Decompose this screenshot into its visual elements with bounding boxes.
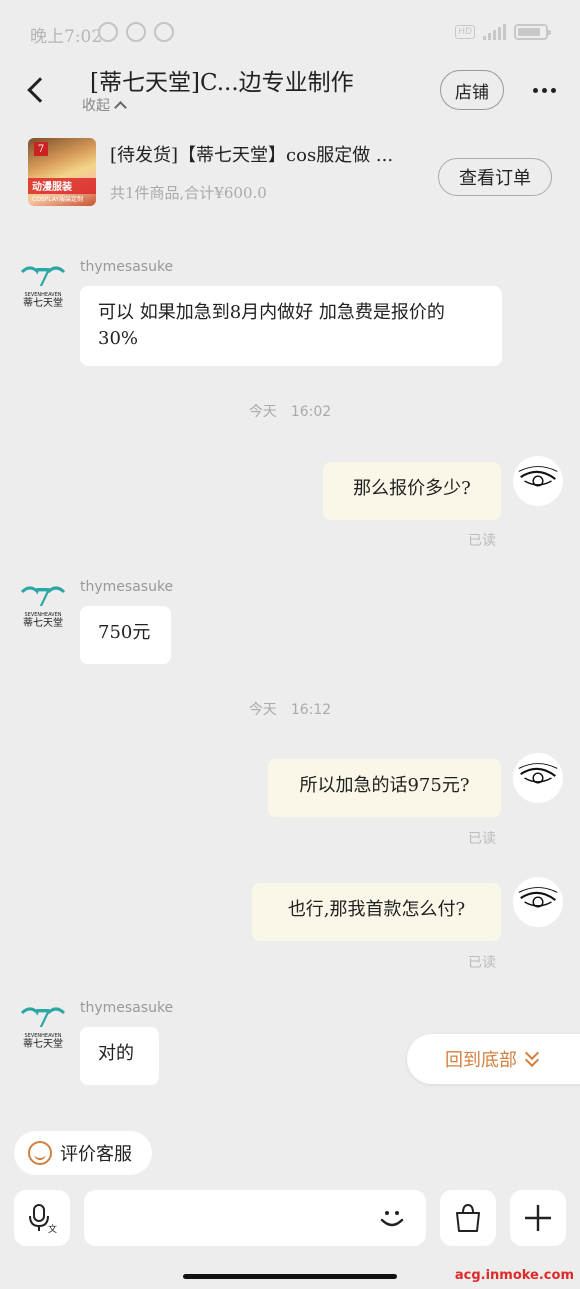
home-indicator[interactable] bbox=[183, 1274, 397, 1279]
user-avatar[interactable] bbox=[513, 753, 563, 803]
microphone-icon: 文 bbox=[29, 1204, 57, 1235]
message-bubble[interactable]: 可以 如果加急到8月内做好 加急费是报价的30% bbox=[80, 286, 502, 366]
message-bubble-own[interactable]: 那么报价多少? bbox=[323, 462, 501, 520]
view-order-button[interactable]: 查看订单 bbox=[438, 158, 552, 196]
message-bubble-own[interactable]: 所以加急的话975元? bbox=[268, 759, 501, 817]
order-title[interactable]: [待发货]【蒂七天堂】cos服定做 ... bbox=[110, 141, 393, 167]
shop-avatar[interactable] bbox=[18, 999, 68, 1049]
signal-icon bbox=[483, 24, 506, 40]
shopping-bag-icon bbox=[456, 1203, 480, 1232]
smile-icon bbox=[28, 1141, 52, 1165]
shop-name: thymesasuke bbox=[80, 1000, 174, 1016]
message-bubble[interactable]: 对的 bbox=[80, 1027, 159, 1085]
status-icons bbox=[98, 22, 174, 42]
collapse-label: 收起 bbox=[82, 98, 110, 114]
battery-icon bbox=[514, 24, 551, 40]
status-bar: 晚上7:02 HD bbox=[0, 0, 580, 62]
order-summary: 共1件商品,合计¥600.0 bbox=[110, 184, 267, 202]
read-status: 已读 bbox=[468, 955, 496, 971]
rate-service-button[interactable]: 评价客服 bbox=[14, 1131, 152, 1175]
add-button[interactable] bbox=[510, 1190, 566, 1246]
back-icon[interactable] bbox=[22, 72, 52, 108]
time-separator: 今天 16:02 bbox=[248, 404, 332, 420]
watermark: acg.inmoke.com bbox=[454, 1268, 574, 1283]
double-chevron-down-icon bbox=[524, 1045, 541, 1068]
store-button[interactable]: 店铺 bbox=[440, 70, 504, 110]
status-time: 晚上7:02 bbox=[30, 27, 103, 47]
shop-avatar[interactable] bbox=[18, 578, 68, 628]
chevron-up-icon bbox=[114, 101, 127, 114]
emoji-icon[interactable] bbox=[376, 1202, 408, 1234]
message-bubble-own[interactable]: 也行,那我首款怎么付? bbox=[252, 883, 501, 941]
read-status: 已读 bbox=[468, 533, 496, 549]
status-right: HD bbox=[455, 24, 551, 40]
thumbnail-text: 动漫服装 bbox=[32, 182, 72, 193]
shop-bag-button[interactable] bbox=[440, 1190, 496, 1246]
product-thumbnail[interactable]: 7 动漫服装 COSPLAY服装定制 bbox=[28, 138, 96, 206]
message-input-box[interactable] bbox=[84, 1190, 426, 1246]
plus-icon bbox=[525, 1205, 551, 1231]
hd-icon: HD bbox=[455, 25, 475, 39]
time-separator: 今天 16:12 bbox=[248, 702, 332, 718]
mute-icon bbox=[98, 22, 118, 42]
alarm-icon bbox=[126, 22, 146, 42]
message-input[interactable] bbox=[100, 1200, 370, 1236]
shop-name: thymesasuke bbox=[80, 259, 174, 275]
user-avatar[interactable] bbox=[513, 877, 563, 927]
more-icon[interactable] bbox=[533, 88, 556, 93]
scroll-to-bottom-label: 回到底部 bbox=[445, 1050, 517, 1071]
shop-name: thymesasuke bbox=[80, 579, 174, 595]
svg-text:文: 文 bbox=[48, 1223, 57, 1235]
rate-service-label: 评价客服 bbox=[60, 1144, 132, 1165]
voice-input-button[interactable]: 文 bbox=[14, 1190, 70, 1246]
headset-icon bbox=[154, 22, 174, 42]
collapse-toggle[interactable]: 收起 bbox=[82, 95, 127, 115]
chat-title: [蒂七天堂]C...边专业制作 bbox=[90, 70, 354, 96]
user-avatar[interactable] bbox=[513, 456, 563, 506]
shop-avatar[interactable] bbox=[18, 258, 68, 308]
read-status: 已读 bbox=[468, 831, 496, 847]
scroll-to-bottom-button[interactable]: 回到底部 bbox=[407, 1034, 580, 1084]
message-bubble[interactable]: 750元 bbox=[80, 606, 171, 664]
thumbnail-subtext: COSPLAY服装定制 bbox=[32, 196, 84, 203]
